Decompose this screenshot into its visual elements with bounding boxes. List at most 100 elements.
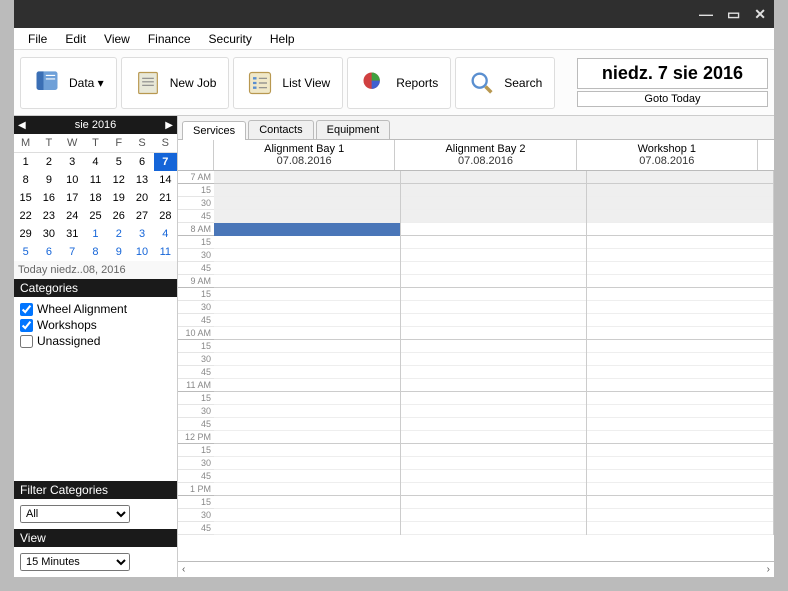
menu-help[interactable]: Help <box>262 30 303 48</box>
calendar-day[interactable]: 11 <box>84 171 107 189</box>
calendar-day[interactable]: 25 <box>84 207 107 225</box>
time-cell[interactable] <box>587 171 773 184</box>
time-cell[interactable] <box>587 197 773 210</box>
time-cell[interactable] <box>587 262 773 275</box>
time-cell[interactable] <box>587 483 773 496</box>
listview-button[interactable]: List View <box>233 57 343 109</box>
time-cell[interactable] <box>214 457 400 470</box>
menu-edit[interactable]: Edit <box>57 30 94 48</box>
calendar-day[interactable]: 23 <box>37 207 60 225</box>
time-cell[interactable] <box>214 171 400 184</box>
time-cell[interactable] <box>401 496 587 509</box>
time-cell[interactable] <box>401 457 587 470</box>
time-cell[interactable] <box>587 223 773 236</box>
data-button[interactable]: Data ▾ <box>20 57 117 109</box>
menu-security[interactable]: Security <box>201 30 260 48</box>
calendar-day[interactable]: 28 <box>154 207 177 225</box>
menu-finance[interactable]: Finance <box>140 30 199 48</box>
resource-column[interactable] <box>401 171 588 535</box>
time-cell[interactable] <box>401 223 587 236</box>
calendar-day[interactable]: 10 <box>61 171 84 189</box>
calendar-day[interactable]: 16 <box>37 189 60 207</box>
calendar-day[interactable]: 20 <box>130 189 153 207</box>
time-cell[interactable] <box>401 197 587 210</box>
calendar-day[interactable]: 27 <box>130 207 153 225</box>
next-month-icon[interactable]: ▶ <box>165 120 173 131</box>
time-cell[interactable] <box>214 236 400 249</box>
scroll-left-icon[interactable]: ‹ <box>182 564 185 575</box>
time-cell[interactable] <box>214 184 400 197</box>
time-cell[interactable] <box>401 301 587 314</box>
schedule-body[interactable]: 7 AM1530458 AM1530459 AM15304510 AM15304… <box>178 171 774 561</box>
calendar-day[interactable]: 6 <box>37 243 60 261</box>
calendar-day[interactable]: 13 <box>130 171 153 189</box>
calendar-day[interactable]: 12 <box>107 171 130 189</box>
calendar-day[interactable]: 17 <box>61 189 84 207</box>
time-cell[interactable] <box>587 275 773 288</box>
time-cell[interactable] <box>587 366 773 379</box>
time-cell[interactable] <box>401 509 587 522</box>
time-cell[interactable] <box>401 314 587 327</box>
time-cell[interactable] <box>214 249 400 262</box>
time-cell[interactable] <box>587 418 773 431</box>
tab-contacts[interactable]: Contacts <box>248 120 313 139</box>
time-cell[interactable] <box>401 483 587 496</box>
time-cell[interactable] <box>214 327 400 340</box>
time-cell[interactable] <box>587 314 773 327</box>
close-icon[interactable]: ✕ <box>754 6 766 23</box>
time-cell[interactable] <box>401 392 587 405</box>
calendar-day[interactable]: 21 <box>154 189 177 207</box>
horizontal-scrollbar[interactable]: ‹ › <box>178 561 774 577</box>
category-checkbox[interactable] <box>20 335 33 348</box>
time-cell[interactable] <box>587 457 773 470</box>
time-cell[interactable] <box>214 314 400 327</box>
time-cell[interactable] <box>401 236 587 249</box>
time-cell[interactable] <box>401 522 587 535</box>
tab-services[interactable]: Services <box>182 121 246 140</box>
category-checkbox[interactable] <box>20 319 33 332</box>
filter-select[interactable]: All <box>20 505 130 523</box>
time-cell[interactable] <box>401 418 587 431</box>
calendar-day[interactable]: 4 <box>154 225 177 243</box>
time-cell[interactable] <box>587 340 773 353</box>
time-cell[interactable] <box>214 483 400 496</box>
time-cell[interactable] <box>401 288 587 301</box>
time-cell[interactable] <box>401 366 587 379</box>
resource-column[interactable] <box>214 171 401 535</box>
time-cell[interactable] <box>214 353 400 366</box>
time-cell[interactable] <box>401 262 587 275</box>
time-cell[interactable] <box>214 418 400 431</box>
time-cell[interactable] <box>401 444 587 457</box>
calendar-day[interactable]: 22 <box>14 207 37 225</box>
time-cell[interactable] <box>214 301 400 314</box>
time-cell[interactable] <box>214 288 400 301</box>
calendar-day[interactable]: 3 <box>130 225 153 243</box>
time-cell[interactable] <box>214 392 400 405</box>
time-cell[interactable] <box>587 405 773 418</box>
time-cell[interactable] <box>587 379 773 392</box>
prev-month-icon[interactable]: ◀ <box>18 120 26 131</box>
calendar-day[interactable]: 1 <box>84 225 107 243</box>
appointment-block[interactable] <box>214 223 400 236</box>
time-cell[interactable] <box>214 496 400 509</box>
time-cell[interactable] <box>401 379 587 392</box>
calendar-day[interactable]: 9 <box>37 171 60 189</box>
calendar-day[interactable]: 18 <box>84 189 107 207</box>
time-cell[interactable] <box>214 366 400 379</box>
time-cell[interactable] <box>214 197 400 210</box>
calendar-day[interactable]: 15 <box>14 189 37 207</box>
calendar-day[interactable]: 14 <box>154 171 177 189</box>
time-cell[interactable] <box>587 327 773 340</box>
calendar-day[interactable]: 2 <box>107 225 130 243</box>
time-cell[interactable] <box>214 444 400 457</box>
calendar-day[interactable]: 24 <box>61 207 84 225</box>
goto-today-button[interactable]: Goto Today <box>577 91 768 107</box>
time-cell[interactable] <box>214 522 400 535</box>
newjob-button[interactable]: New Job <box>121 57 230 109</box>
time-cell[interactable] <box>587 431 773 444</box>
time-cell[interactable] <box>214 340 400 353</box>
search-button[interactable]: Search <box>455 57 555 109</box>
time-cell[interactable] <box>214 470 400 483</box>
calendar-day[interactable]: 7 <box>61 243 84 261</box>
calendar-day[interactable]: 8 <box>14 171 37 189</box>
